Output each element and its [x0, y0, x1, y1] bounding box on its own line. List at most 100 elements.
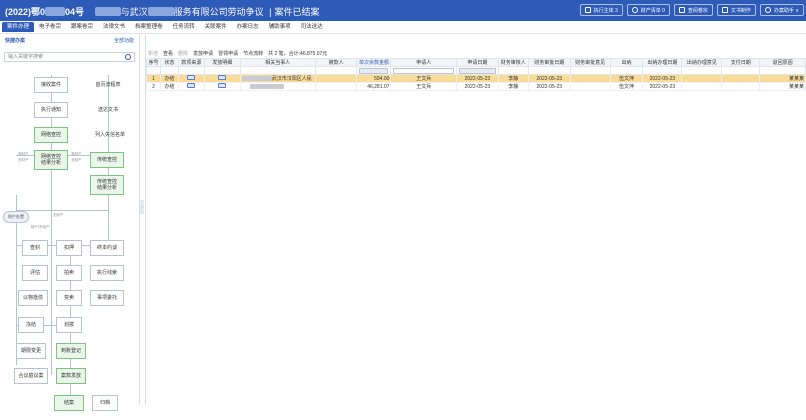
flow-node-auction[interactable]: 拍卖 [56, 265, 82, 281]
title-case-cause: 服务有限公司劳动争议 [173, 7, 264, 17]
review-opinion-cell [569, 82, 611, 91]
table-row[interactable]: 1 办结 武汉市汉阳区人民 594.00 王文兵 2022-05-23 李静 2… [146, 74, 806, 83]
row-number: 1 [146, 74, 161, 83]
column-header[interactable]: 财务审批日期 [527, 58, 571, 67]
flow-node-property-in-lieu[interactable]: 以物抵债 [18, 290, 48, 306]
column-header[interactable]: 被款人 [314, 58, 358, 67]
flow-node-seal[interactable]: 查封 [22, 240, 48, 256]
flow-node-homepage-flow[interactable]: 首页流程表 [90, 77, 126, 93]
column-header[interactable]: 出纳 [609, 58, 644, 67]
payee-cell [314, 82, 358, 91]
flow-node-term-change[interactable]: 期限变更 [16, 343, 46, 359]
sidebar-collapse-handle[interactable]: ‹ [140, 200, 144, 214]
search-placeholder: 输入关键字搜索 [8, 54, 44, 60]
column-header[interactable]: 单次余款金额 [356, 58, 392, 67]
add-button[interactable]: 新增 [148, 50, 158, 57]
flow-node-appraisal[interactable]: 评估 [22, 265, 48, 281]
flow-node-collegial-panel[interactable]: 合议庭议案 [14, 368, 48, 384]
flow-node-execution-notice[interactable]: 执行通知 [34, 102, 68, 118]
flow-node-freeze[interactable]: 冻结 [18, 317, 44, 333]
flow-node-online-check[interactable]: 网络查控 [34, 127, 68, 143]
filter-row [146, 66, 806, 75]
flow-node-traditional-check-analysis[interactable]: 传统查控 结果分析 [90, 175, 124, 195]
payment-release-panel: 新增 查看 删除 发放申请 冒领申请 节点流转 共 2 笔，合计:46,875.… [145, 35, 806, 404]
table-row[interactable]: 2 办结 46,281.07 王文兵 2022-05-23 李静 2022-05… [146, 82, 806, 91]
tab-archive[interactable]: 档案整理卷 [130, 22, 168, 32]
book-icon[interactable] [187, 75, 196, 80]
related-party-cell [239, 82, 316, 91]
flow-node-sale[interactable]: 变卖 [56, 290, 82, 306]
amount-filter-input[interactable] [359, 67, 389, 74]
column-header[interactable]: 支付日期 [721, 58, 761, 67]
column-header[interactable]: 相关当事人 [239, 58, 316, 67]
false-claim-button[interactable]: 冒领申请 [218, 50, 238, 57]
column-header[interactable]: 申请日期 [455, 58, 499, 67]
all-functions-link[interactable]: 全部功能 [114, 37, 134, 44]
node-line: 结果分析 [96, 185, 117, 191]
case-assistant-button[interactable]: 办案助手 ∨ [759, 4, 804, 16]
flow-node-payment-release[interactable]: 案款发放 [56, 368, 86, 384]
payee-cell [314, 74, 358, 83]
execution-subject-button[interactable]: 执行主体 3 [579, 4, 623, 16]
column-header[interactable]: 出纳办理日期 [642, 58, 683, 67]
flow-node-payment-register[interactable]: 到账登记 [56, 343, 86, 359]
flow-node-receive-case[interactable]: 接收案件 [34, 77, 68, 93]
tab-auxiliary[interactable]: 辅助事项 [264, 22, 296, 32]
tab-electronic-dossier[interactable]: 电子卷宗 [34, 22, 66, 32]
flow-node-traditional-check[interactable]: 传统查控 [90, 152, 124, 168]
column-header[interactable]: 财务审核人 [497, 58, 529, 67]
flow-node-entrust[interactable]: 事项委托 [90, 290, 124, 306]
flow-node-online-check-analysis[interactable]: 网络查控 结果分析 [34, 150, 68, 170]
flow-node-execution-clues[interactable]: 执行线索 [90, 265, 124, 281]
column-header[interactable]: 发放明细 [203, 58, 241, 67]
delete-button[interactable]: 删除 [178, 50, 188, 57]
tab-task-flow[interactable]: 任务流转 [168, 22, 200, 32]
tab-case-log[interactable]: 办案日志 [232, 22, 264, 32]
view-button[interactable]: 查看 [163, 50, 173, 57]
property-list-button[interactable]: 财产清单 0 [626, 4, 670, 16]
return-reason-cell: 某某某 [759, 74, 806, 83]
applicant-filter-input[interactable] [393, 67, 454, 74]
row-status: 办结 [159, 82, 179, 91]
search-input[interactable]: 输入关键字搜索 [4, 52, 135, 62]
button-label: 文书制作 [730, 7, 751, 14]
quick-handling-sidebar: 快捷办案 全部功能 输入关键字搜索 接收案件 首页流程表 执行通知 送达文书 网… [0, 35, 140, 411]
edit-icon [721, 7, 728, 13]
flow-node-detain[interactable]: 扣押 [56, 240, 82, 256]
redacted-block [45, 7, 66, 16]
column-header[interactable]: 款项来源 [177, 58, 205, 67]
tab-follow-dossier[interactable]: 跟案卷宗 [66, 22, 98, 32]
column-header[interactable]: 申请人 [390, 58, 457, 67]
flow-node-final-interview[interactable]: 终本约谈 [90, 240, 124, 256]
sidebar-title: 快捷办案 [5, 37, 26, 44]
flow-node-transfer[interactable]: 划拨 [56, 317, 82, 333]
date-filter-input[interactable] [458, 67, 496, 74]
flow-node-serve-documents[interactable]: 送达文书 [90, 102, 126, 118]
node-flow-button[interactable]: 节点流转 [243, 50, 263, 57]
column-header[interactable]: 财务审批意见 [569, 58, 611, 67]
release-request-button[interactable]: 发放申请 [193, 50, 213, 57]
search-icon[interactable] [125, 54, 131, 60]
flow-node-archive[interactable]: 归档 [92, 395, 118, 411]
book-icon[interactable] [218, 83, 227, 88]
source-cell [177, 82, 205, 91]
book-icon[interactable] [218, 75, 227, 80]
table-toolbar: 新增 查看 删除 发放申请 冒领申请 节点流转 共 2 笔，合计:46,875.… [146, 49, 327, 57]
tab-case-handling[interactable]: 案件办理 [2, 22, 35, 32]
tab-judicial-service[interactable]: 司法送达 [296, 22, 328, 32]
redacted-block [241, 76, 272, 82]
flow-node-property-disposal[interactable]: 财产处置 [3, 211, 29, 223]
node-line: 结果分析 [40, 160, 61, 166]
column-header[interactable]: 状态 [159, 58, 179, 67]
document-making-button[interactable]: 文书制作 [716, 4, 756, 16]
tab-related-cases[interactable]: 关联案件 [200, 22, 232, 32]
column-header[interactable]: 退回原因 [759, 58, 806, 67]
column-header[interactable]: 序号 [146, 58, 161, 67]
column-header[interactable]: 出纳办理意见 [681, 58, 723, 67]
user-gear-icon [764, 7, 771, 13]
view-dossier-button[interactable]: 查阅卷宗 [673, 4, 713, 16]
flow-node-dishonest-list[interactable]: 列入失信名单 [88, 127, 132, 143]
book-icon[interactable] [187, 83, 196, 88]
flow-node-close-case[interactable]: 结案 [54, 395, 84, 411]
tab-legal-documents[interactable]: 法律文书 [98, 22, 130, 32]
